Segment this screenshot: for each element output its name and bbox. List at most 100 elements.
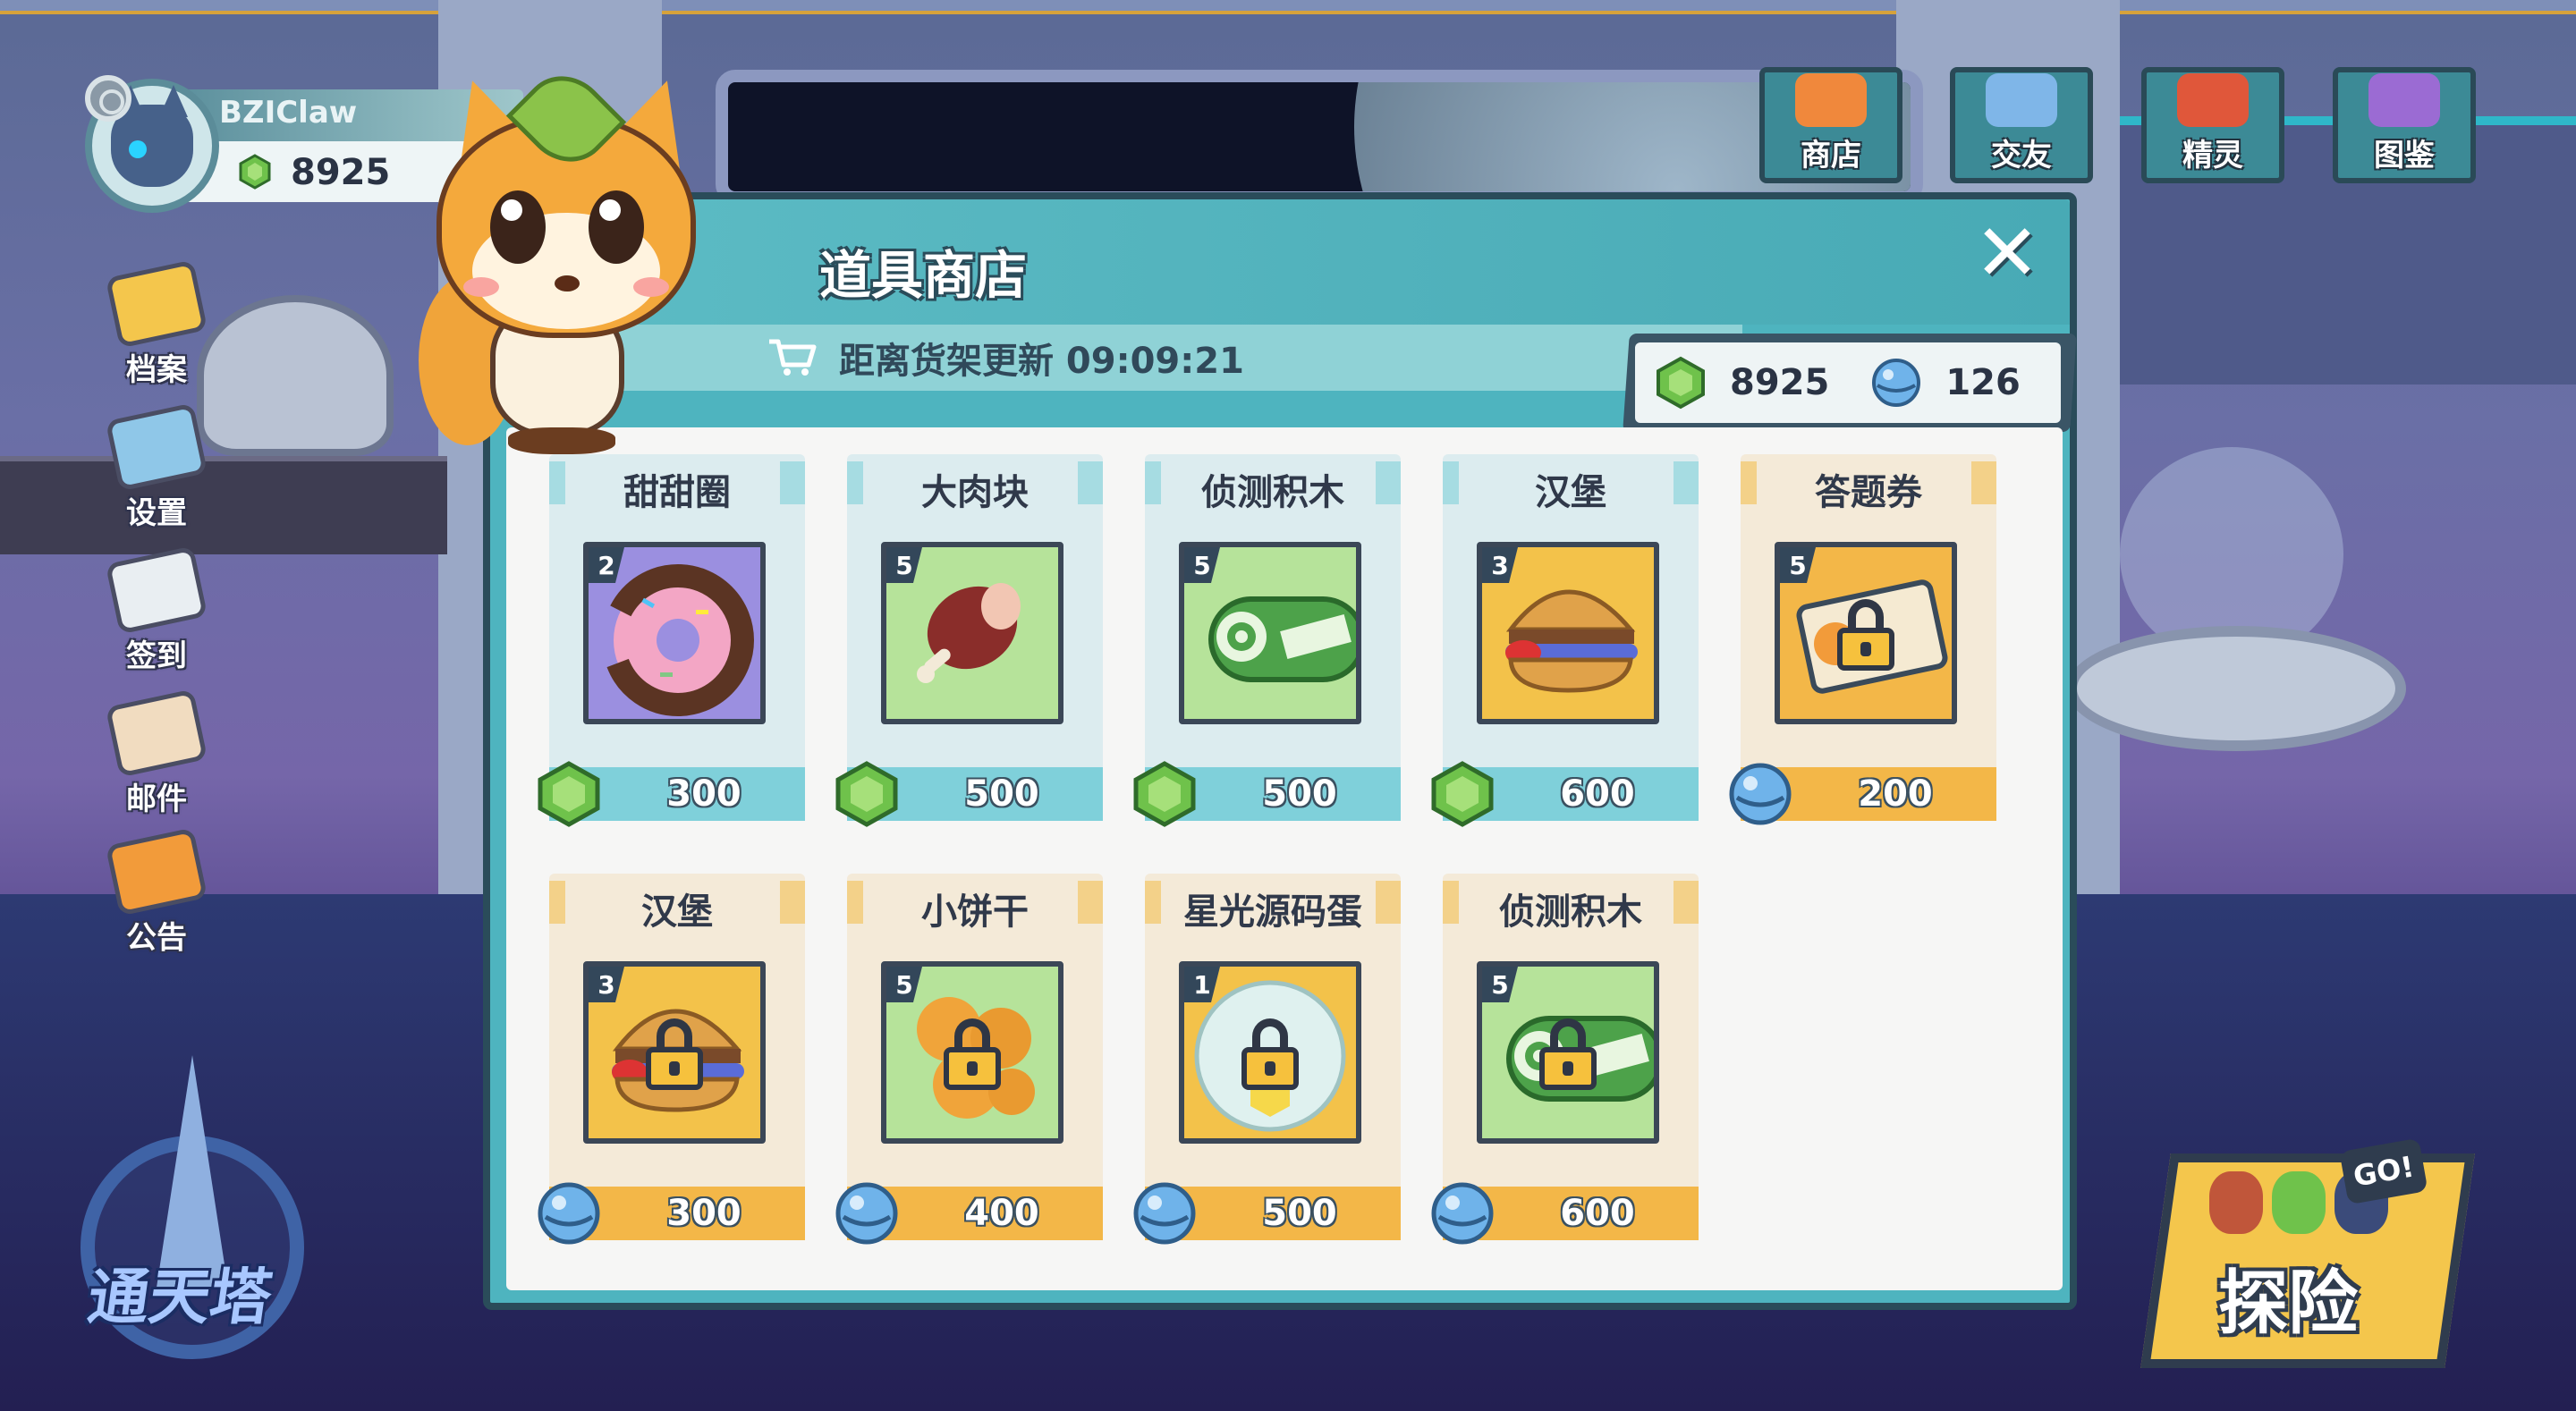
gem-icon <box>538 761 600 827</box>
lock-icon <box>1837 599 1894 671</box>
item-price: 600 <box>1560 1193 1635 1234</box>
avatar-eye <box>129 140 147 158</box>
nav-button[interactable]: 交友 <box>1950 67 2093 183</box>
nav-label: 精灵 <box>2182 138 2243 173</box>
player-gems: 8925 <box>291 152 391 193</box>
settings-board-icon <box>105 402 208 492</box>
shop-item-card[interactable]: 侦测积木 5 500 <box>1133 454 1401 827</box>
wolf-avatar-icon <box>111 85 193 187</box>
blue-ball-icon <box>1431 1182 1494 1245</box>
blue-ball-icon <box>1872 359 1921 407</box>
item-image[interactable]: 5 <box>1775 542 1957 724</box>
blue-ball-icon <box>538 1182 600 1245</box>
nav-button[interactable]: 商店 <box>1759 67 1902 183</box>
squirrel-mascot <box>419 58 714 454</box>
mascot-feet <box>508 427 615 454</box>
space-window <box>716 70 1923 204</box>
ceiling-rail <box>0 0 2576 14</box>
gem-icon <box>835 761 898 827</box>
shop-icon <box>1795 73 1867 127</box>
chat-bubble-icon <box>1986 73 2057 127</box>
item-image[interactable]: 5 <box>1477 961 1659 1144</box>
refresh-timer-text: 距离货架更新 09:09:21 <box>839 341 1244 382</box>
side-menu-label: 邮件 <box>126 782 187 817</box>
side-menu-item[interactable]: 档案 <box>98 259 215 393</box>
explore-label[interactable]: 探险 <box>2218 1247 2358 1348</box>
shop-item-card[interactable]: 侦测积木 5 600 <box>1431 874 1699 1245</box>
lock-icon <box>1241 1018 1299 1090</box>
item-name: 甜甜圈 <box>623 472 731 513</box>
mascot-eye <box>490 190 546 264</box>
gem-icon <box>239 154 271 190</box>
item-price: 200 <box>1858 773 1933 815</box>
price-button[interactable]: 300 <box>538 761 805 827</box>
shop-item-card[interactable]: 小饼干 5 400 <box>835 874 1103 1245</box>
gem-icon <box>1657 356 1705 410</box>
item-image[interactable]: 2 <box>583 542 766 724</box>
price-button[interactable]: 600 <box>1431 1182 1699 1245</box>
character-icon <box>2272 1171 2326 1234</box>
nav-label: 图鉴 <box>2374 138 2435 173</box>
cart-icon <box>769 339 817 376</box>
item-price: 300 <box>666 773 741 815</box>
shop-item-card[interactable]: 答题券 5 200 <box>1729 454 1996 825</box>
tower-button[interactable]: 通天塔 <box>72 1055 322 1359</box>
side-menu-label: 公告 <box>126 920 187 956</box>
side-menu-item[interactable]: 签到 <box>98 545 215 680</box>
price-button[interactable]: 500 <box>1133 761 1401 827</box>
calendar-check-icon <box>105 545 208 635</box>
item-image[interactable]: 5 <box>1179 542 1361 724</box>
shop-item-card[interactable]: 汉堡 3 300 <box>538 874 805 1245</box>
sprite-cat-icon <box>2177 73 2249 127</box>
mascot-blush <box>463 277 499 297</box>
mascot-blush <box>633 277 669 297</box>
item-name: 答题券 <box>1815 472 1922 513</box>
nav-label: 交友 <box>1991 138 2052 173</box>
price-button[interactable]: 400 <box>835 1182 1103 1245</box>
blue-ball-icon <box>1133 1182 1196 1245</box>
item-price: 400 <box>964 1193 1039 1234</box>
item-name: 汉堡 <box>1535 472 1606 513</box>
price-button[interactable]: 200 <box>1729 763 1996 825</box>
character-icon <box>2209 1171 2263 1234</box>
profile-card-icon <box>105 259 208 349</box>
lock-icon <box>1539 1018 1597 1090</box>
side-menu-item[interactable]: 设置 <box>98 402 215 537</box>
item-image[interactable]: 5 <box>881 961 1063 1144</box>
item-price: 500 <box>964 773 1039 815</box>
nav-button[interactable]: 精灵 <box>2141 67 2284 183</box>
tower-label: 通天塔 <box>83 1263 276 1333</box>
price-button[interactable]: 500 <box>835 761 1103 827</box>
shop-grid: 甜甜圈 2 300 大肉块 5 500 侦测积木 5 500 汉堡 3 600 答题券 5 200 汉堡 3 30… <box>506 427 2063 1290</box>
item-image[interactable]: 3 <box>583 961 766 1144</box>
side-menu-item[interactable]: 邮件 <box>98 689 215 823</box>
item-name: 星光源码蛋 <box>1183 891 1362 933</box>
item-image[interactable]: 3 <box>1477 542 1659 724</box>
shop-item-card[interactable]: 大肉块 5 500 <box>835 454 1103 827</box>
refresh-timer-bar: 距离货架更新 09:09:21 <box>597 325 1742 391</box>
currency-panel: 8925 126 <box>1635 342 2061 423</box>
gem-icon <box>1431 761 1494 827</box>
shop-item-card[interactable]: 汉堡 3 600 <box>1431 454 1699 827</box>
side-menu-label: 签到 <box>126 638 187 674</box>
price-button[interactable]: 600 <box>1431 761 1699 827</box>
side-menu-label: 档案 <box>126 352 187 388</box>
item-image[interactable]: 1 <box>1179 961 1361 1144</box>
hover-machine <box>197 295 394 456</box>
modal-header <box>490 199 2070 325</box>
blue-ball-icon <box>1729 763 1792 825</box>
nav-button[interactable]: 图鉴 <box>2333 67 2476 183</box>
side-menu-label: 设置 <box>126 495 187 531</box>
ball-balance: 126 <box>1945 362 2021 403</box>
item-image[interactable]: 5 <box>881 542 1063 724</box>
item-price: 500 <box>1262 1193 1337 1234</box>
side-menu-item[interactable]: 公告 <box>98 827 215 961</box>
megaphone-icon <box>105 827 208 917</box>
price-button[interactable]: 300 <box>538 1182 805 1245</box>
price-button[interactable]: 500 <box>1133 1182 1401 1245</box>
settings-badge-icon[interactable] <box>85 75 131 122</box>
item-shop-modal: 道具商店 ✕ 距离货架更新 09:09:21 8925 126 甜甜圈 2 300 大… <box>483 192 2077 1310</box>
shop-item-card[interactable]: 甜甜圈 2 300 <box>538 454 805 827</box>
close-button[interactable]: ✕ <box>1971 214 2043 292</box>
shop-item-card[interactable]: 星光源码蛋 1 500 <box>1133 874 1401 1245</box>
